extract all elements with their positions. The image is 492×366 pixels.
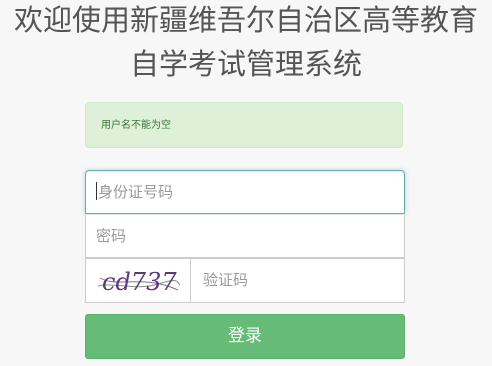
error-alert: 用户名不能为空: [85, 102, 403, 148]
id-number-placeholder: 身份证号码: [98, 183, 174, 201]
password-input[interactable]: 密码: [85, 215, 405, 258]
captcha-graphic: cd737: [97, 268, 181, 296]
text-cursor: [96, 182, 97, 200]
captcha-placeholder: 验证码: [203, 271, 249, 289]
page-subtitle: 自学考试管理系统: [129, 47, 362, 81]
id-number-input[interactable]: 身份证号码: [85, 170, 405, 214]
page-title: 欢迎使用新疆维吾尔自治区高等教育: [13, 3, 478, 37]
password-placeholder: 密码: [96, 227, 127, 245]
login-button[interactable]: 登录: [85, 314, 405, 359]
captcha-input[interactable]: 验证码: [190, 258, 405, 303]
captcha-image[interactable]: cd737: [85, 258, 191, 303]
error-alert-message: 用户名不能为空: [101, 120, 171, 131]
captcha-text: cd737: [102, 268, 177, 296]
